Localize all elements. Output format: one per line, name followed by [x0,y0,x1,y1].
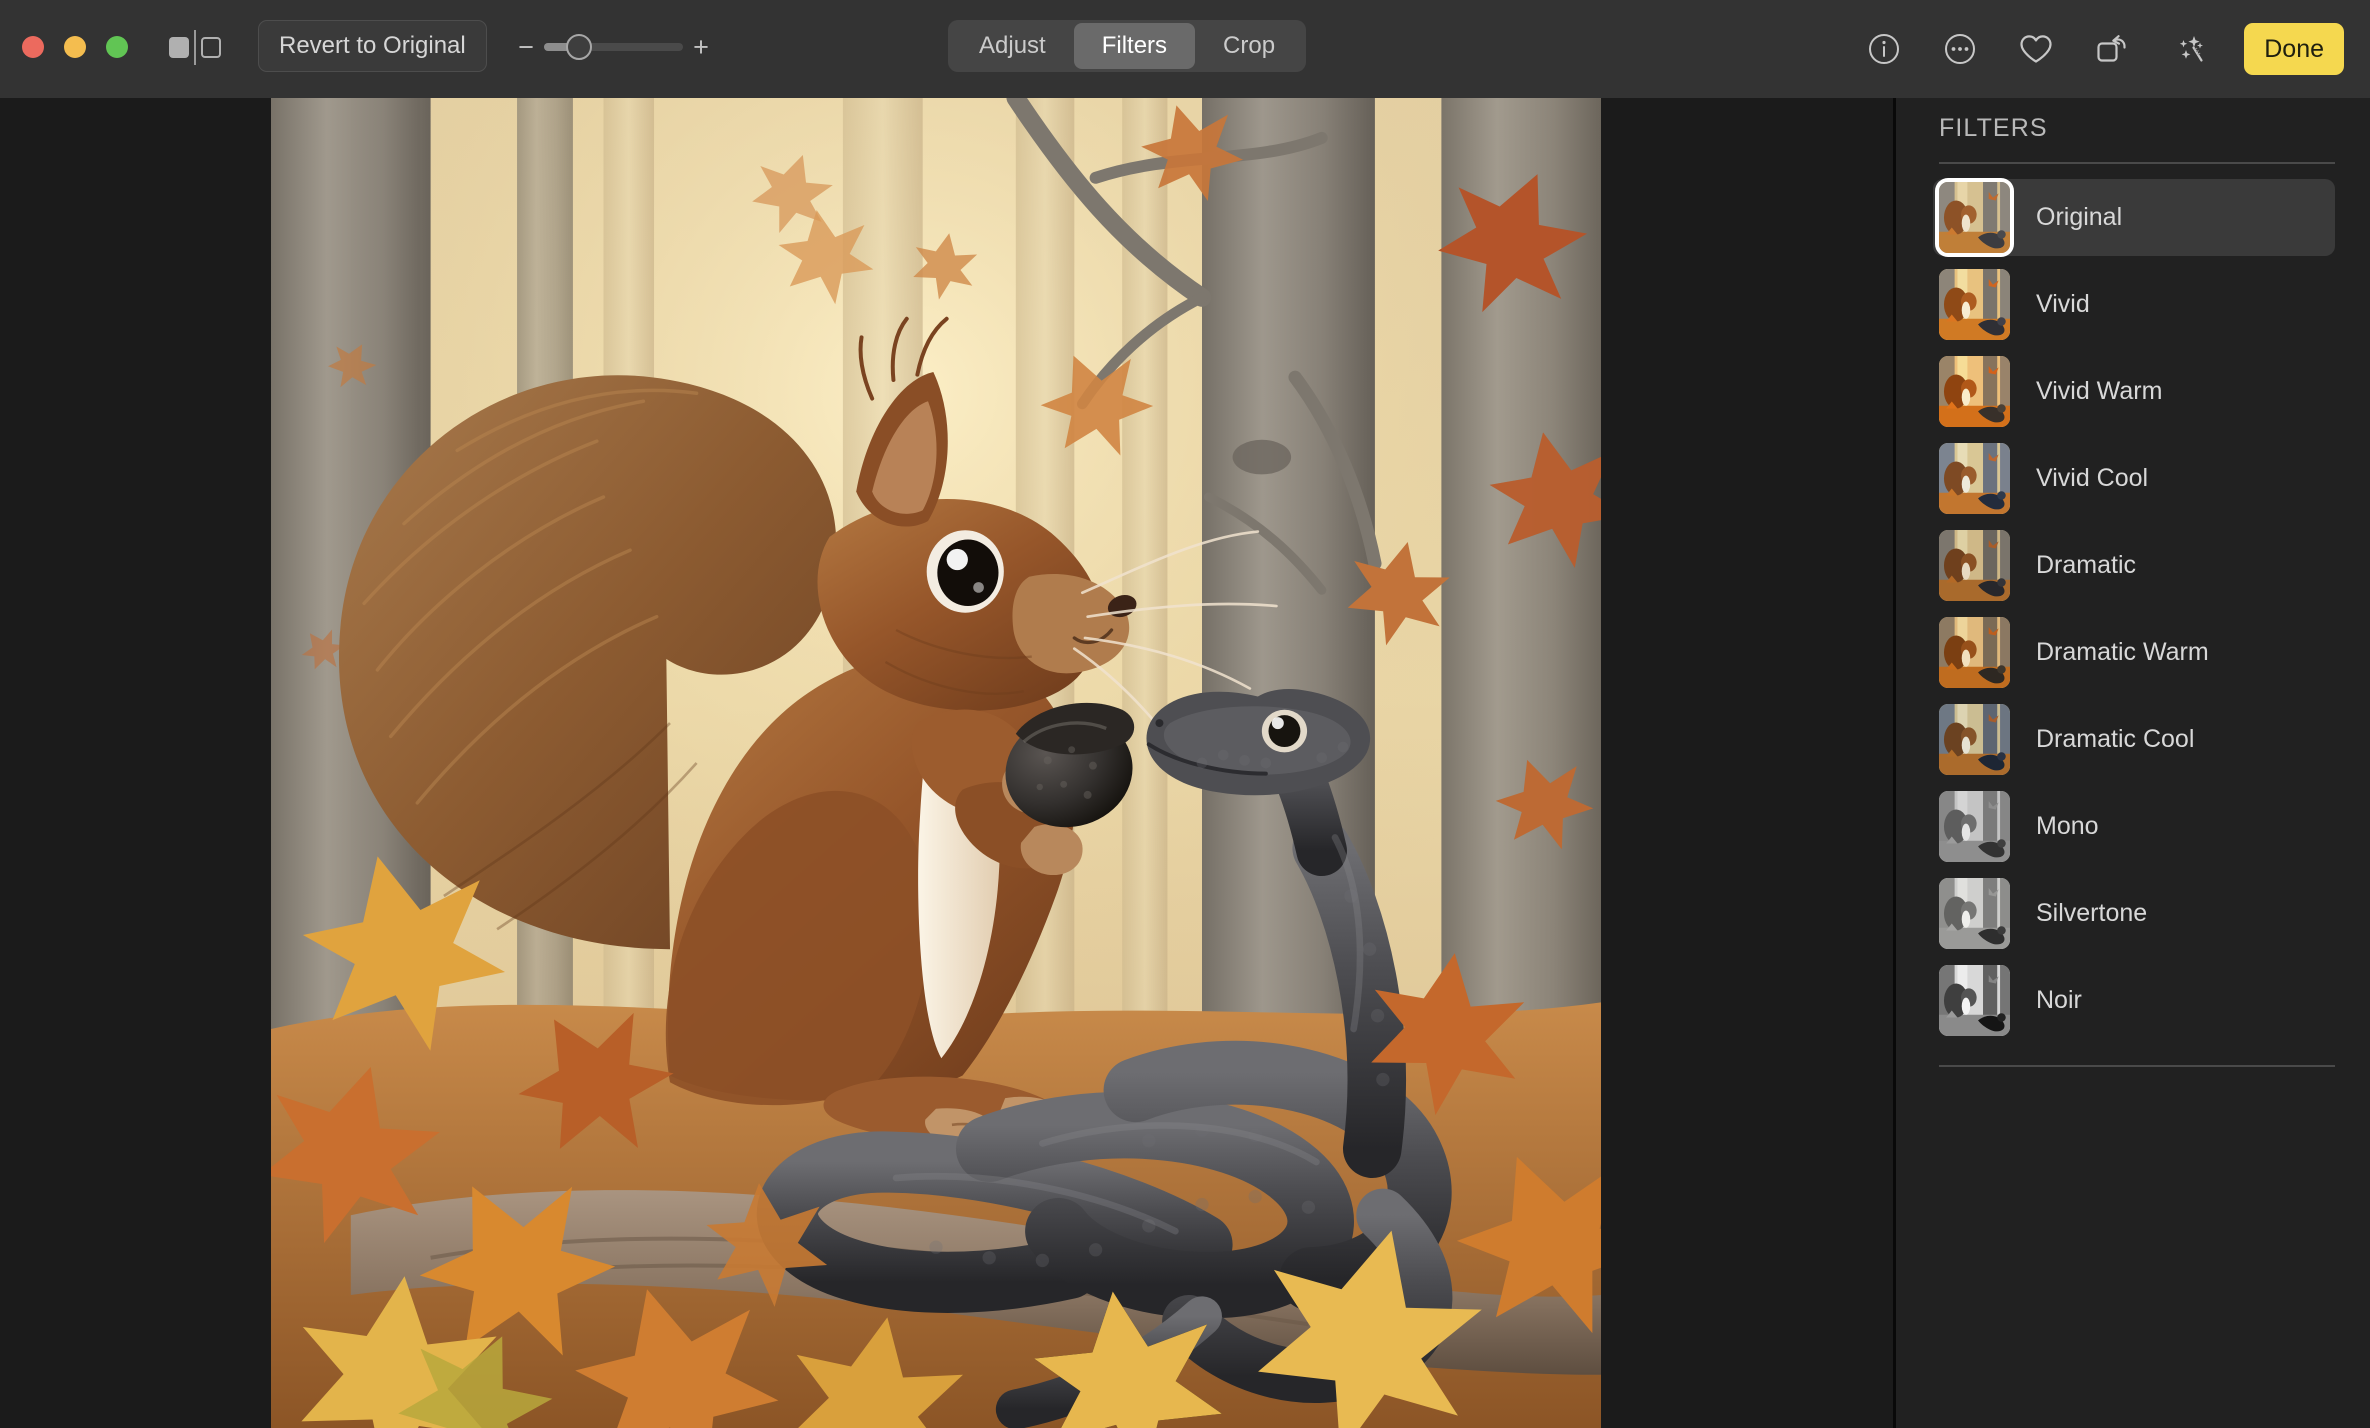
filter-thumbnail [1939,443,2010,514]
filter-label: Vivid Warm [2036,377,2163,405]
filter-row-silvertone[interactable]: Silvertone [1896,878,2370,949]
done-button[interactable]: Done [2244,23,2344,75]
info-icon[interactable] [1846,19,1922,79]
close-button[interactable] [22,36,44,58]
toolbar-right-group: Done [1846,0,2344,98]
filter-row-dramatic-warm[interactable]: Dramatic Warm [1896,617,2370,688]
zoom-in-icon[interactable]: + [691,33,711,61]
filter-label: Dramatic [2036,551,2137,579]
filter-label: Noir [2036,986,2082,1014]
more-ellipsis-icon[interactable] [1922,19,1998,79]
filter-row-vivid-warm[interactable]: Vivid Warm [1896,356,2370,427]
filter-thumbnail [1939,791,2010,862]
mode-segmented-control[interactable]: Adjust Filters Crop [948,20,1307,72]
rotate-left-icon[interactable] [2074,19,2150,79]
filter-row-vivid-cool[interactable]: Vivid Cool [1896,443,2370,514]
compare-filled-square [169,36,189,58]
photo-canvas [0,98,1893,1428]
revert-to-original-button[interactable]: Revert to Original [258,20,487,72]
filter-thumbnail [1939,530,2010,601]
filter-label: Dramatic Warm [2036,638,2209,666]
compare-divider [194,29,196,65]
filter-label: Dramatic Cool [2036,725,2195,753]
minimize-button[interactable] [64,36,86,58]
zoom-slider-track[interactable] [544,34,683,60]
heart-icon[interactable] [1998,19,2074,79]
filter-label: Vivid [2036,290,2090,318]
magic-wand-icon[interactable] [2150,19,2226,79]
zoom-slider-thumb[interactable] [565,34,592,60]
filter-thumbnail [1939,356,2010,427]
filter-label: Vivid Cool [2036,464,2149,492]
panel-title: FILTERS [1939,114,2048,142]
filter-thumbnail [1939,182,2010,253]
tab-filters[interactable]: Filters [1073,23,1196,69]
filter-row-dramatic-cool[interactable]: Dramatic Cool [1896,704,2370,775]
zoom-out-icon[interactable]: − [516,33,536,61]
photo-image [271,98,1601,1428]
tab-adjust[interactable]: Adjust [951,23,1074,69]
revert-label: Revert to Original [279,32,466,59]
done-label: Done [2264,34,2324,63]
filter-thumbnail [1939,617,2010,688]
filter-thumbnail [1939,878,2010,949]
panel-divider-bottom [1939,1065,2335,1067]
traffic-lights [22,36,128,58]
filters-panel: FILTERS Original Vivid Vivid Warm Vivid … [1896,98,2370,1428]
window-toolbar: Revert to Original − + Adjust Filters Cr… [0,0,2370,98]
filter-row-original[interactable]: Original [1896,179,2370,256]
filter-label: Original [2036,203,2123,231]
filter-row-mono[interactable]: Mono [1896,791,2370,862]
compare-outline-square [201,36,221,58]
filter-thumbnail [1939,704,2010,775]
compare-toggle-icon[interactable] [167,23,223,71]
photo-viewport[interactable] [271,98,1601,1428]
panel-divider-top [1939,162,2335,164]
filter-row-noir[interactable]: Noir [1896,965,2370,1036]
filter-list: Original Vivid Vivid Warm Vivid Cool Dra… [1896,179,2370,1052]
tab-crop[interactable]: Crop [1195,23,1303,69]
filter-row-vivid[interactable]: Vivid [1896,269,2370,340]
filter-label: Silvertone [2036,899,2148,927]
filter-label: Mono [2036,812,2099,840]
maximize-button[interactable] [106,36,128,58]
zoom-slider-group[interactable]: − + [516,24,711,70]
filter-thumbnail [1939,965,2010,1036]
filter-thumbnail [1939,269,2010,340]
filter-row-dramatic[interactable]: Dramatic [1896,530,2370,601]
